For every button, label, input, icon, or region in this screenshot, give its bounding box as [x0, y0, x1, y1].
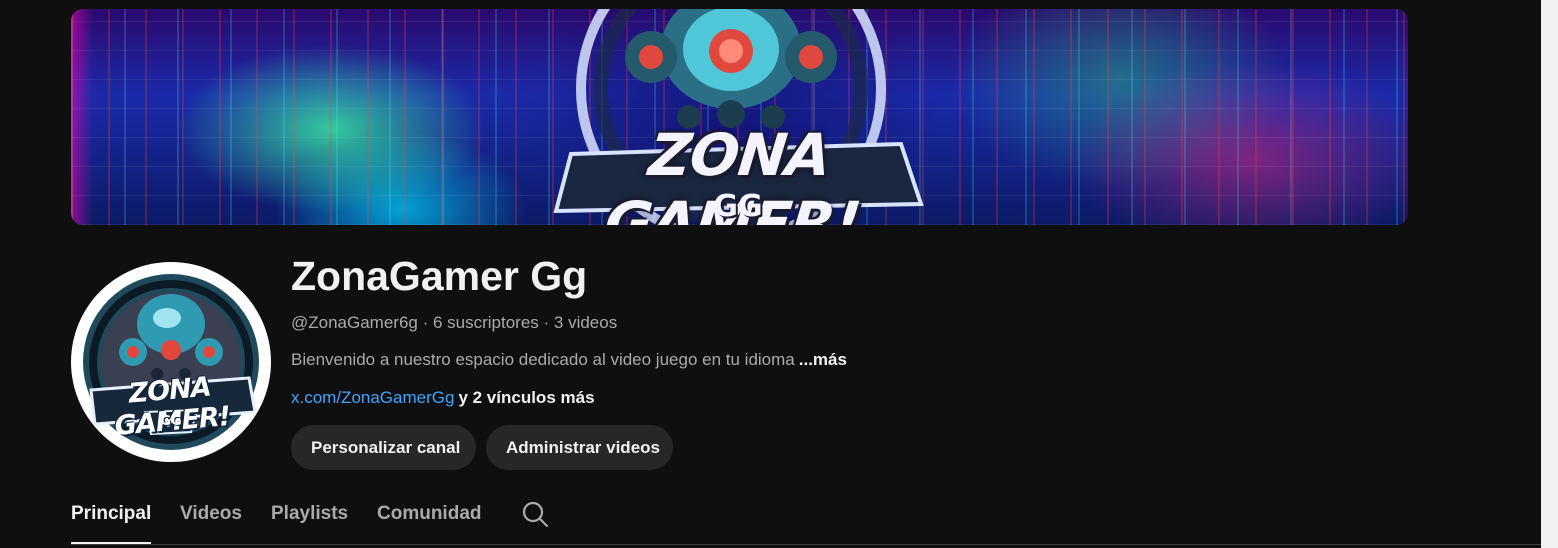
tab-videos[interactable]: Videos: [180, 494, 242, 542]
search-icon[interactable]: [521, 500, 549, 528]
channel-banner: ZONA GAMER! GG: [71, 9, 1408, 225]
tab-comunidad[interactable]: Comunidad: [377, 494, 482, 542]
avatar-logo-sub: GG: [160, 414, 182, 429]
channel-link-main[interactable]: x.com/ZonaGamerGg: [291, 388, 454, 407]
channel-meta: @ZonaGamer6g · 6 suscriptores · 3 videos: [291, 313, 618, 332]
customize-channel-button[interactable]: Personalizar canal: [291, 425, 476, 470]
channel-avatar[interactable]: ZONA GAMER! GG: [71, 262, 271, 462]
channel-name: ZonaGamer Gg: [291, 253, 588, 299]
channel-links-more[interactable]: y 2 vínculos más: [458, 388, 594, 407]
tab-playlists[interactable]: Playlists: [271, 494, 348, 542]
tabs-divider: [71, 544, 1541, 545]
description-text: Bienvenido a nuestro espacio dedicado al…: [291, 350, 795, 369]
channel-description[interactable]: Bienvenido a nuestro espacio dedicado al…: [291, 350, 847, 370]
banner-logo-sub: GG: [713, 189, 763, 224]
manage-videos-button[interactable]: Administrar videos: [486, 425, 673, 470]
description-more-link[interactable]: ...más: [799, 350, 847, 369]
tab-principal[interactable]: Principal: [71, 494, 152, 544]
channel-links: x.com/ZonaGamerGg y 2 vínculos más: [291, 388, 595, 408]
scrollbar-track[interactable]: [1541, 0, 1558, 548]
